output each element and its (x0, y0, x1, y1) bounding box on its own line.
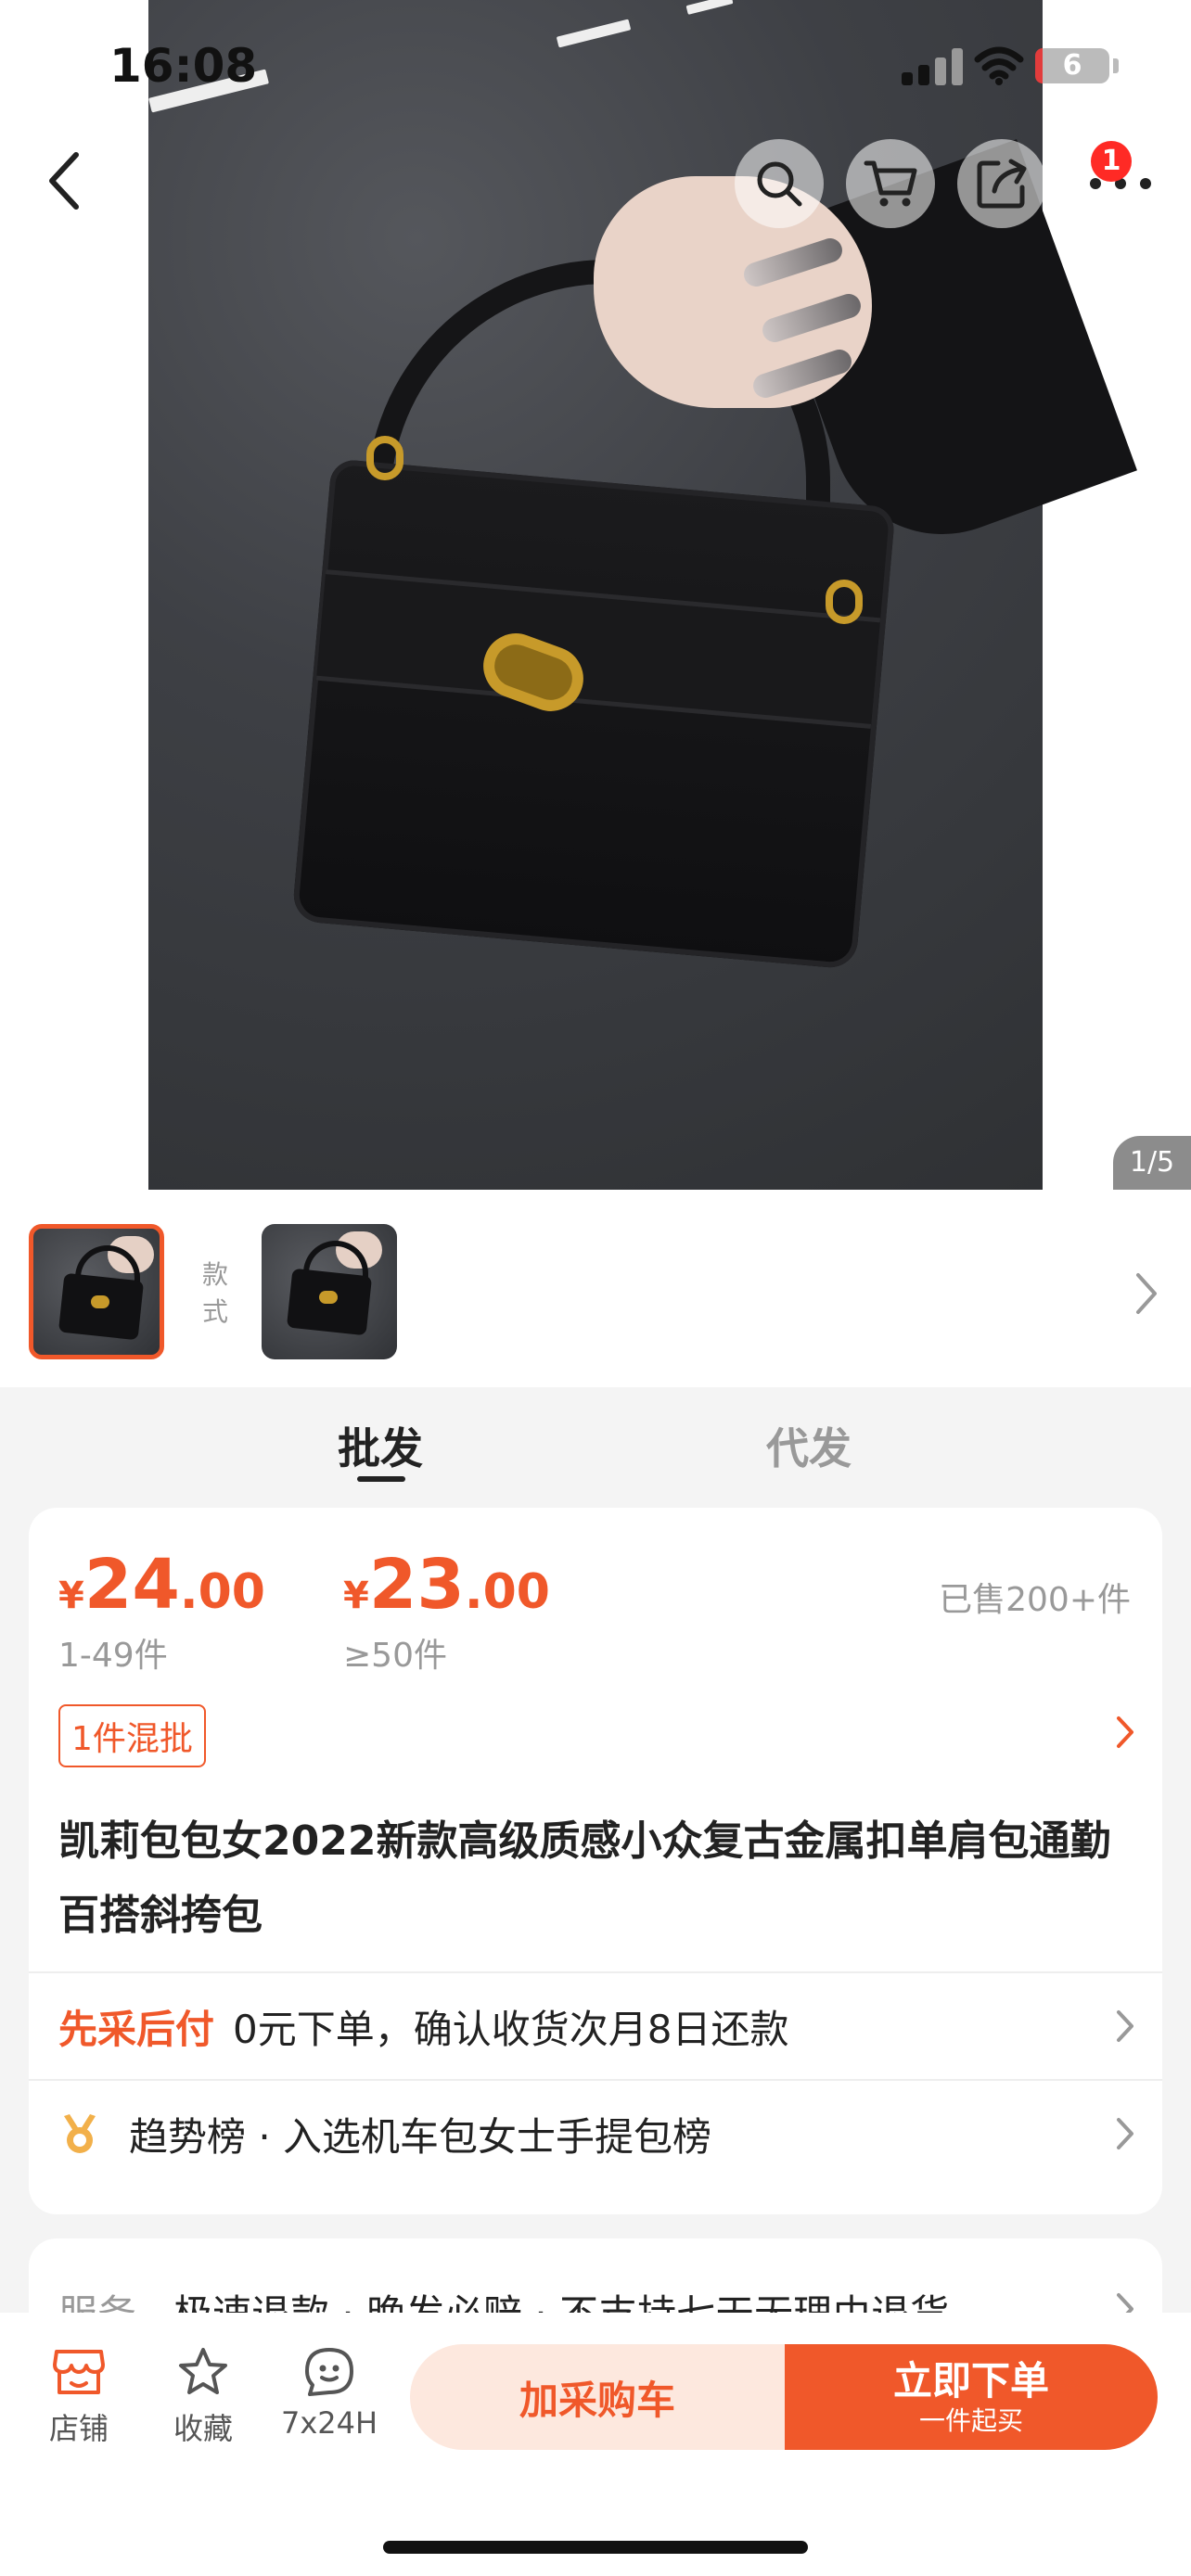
favorite-button[interactable]: 收藏 (147, 2346, 259, 2448)
bag-ring (826, 580, 863, 624)
style-thumbnail[interactable] (262, 1224, 397, 1359)
product-title: 凯莉包包女2022新款高级质感小众复古金属扣单肩包通勤百搭斜挎包 (58, 1817, 1111, 1939)
buy-now-sublabel: 一件起买 (918, 2405, 1023, 2436)
tab-wholesale[interactable]: 批发 (338, 1415, 423, 1476)
pay-later-tag: 先采后付 (58, 2006, 215, 2052)
tab-underline (357, 1476, 405, 1482)
pay-later-text: 0元下单，确认收货次月8日还款 (233, 2006, 789, 2052)
ranking-row[interactable]: 趋势榜 · 入选机车包女士手提包榜 (58, 2081, 1136, 2187)
price-tier-quantity: 1-49件 (58, 1637, 168, 1675)
cart-icon (864, 160, 917, 207)
add-to-cart-button[interactable]: 加采购车 (410, 2344, 785, 2450)
price-tier-quantity: ≥50件 (343, 1637, 447, 1675)
currency-symbol: ¥ (343, 1575, 369, 1617)
bag-ring (366, 436, 403, 480)
tab-dropship[interactable]: 代发 (766, 1415, 852, 1476)
price-tier-1: ¥24.00 1-49件 (58, 1545, 265, 1677)
shop-icon (53, 2350, 105, 2394)
mixed-batch-arrow[interactable] (1114, 1714, 1136, 1754)
purchase-mode-tabs: 批发 代发 (0, 1387, 1191, 1508)
mixed-batch-tag[interactable]: 1件混批 (58, 1704, 206, 1767)
share-icon (977, 159, 1027, 209)
style-label: 款式 (201, 1259, 228, 1327)
price-tier-2: ¥23.00 ≥50件 (343, 1545, 550, 1677)
battery-cap (1113, 58, 1119, 73)
sold-count: 已售200+件 (939, 1581, 1131, 1619)
favorite-label: 收藏 (173, 2411, 233, 2446)
chevron-right-icon (1117, 2010, 1133, 2042)
shop-button[interactable]: 店铺 (23, 2346, 134, 2448)
search-button[interactable] (735, 139, 824, 228)
currency-symbol: ¥ (58, 1575, 84, 1617)
ranking-text: 趋势榜 · 入选机车包女士手提包榜 (129, 2113, 712, 2160)
buy-now-button[interactable]: 立即下单 一件起买 (785, 2344, 1158, 2450)
star-icon (179, 2348, 227, 2394)
chevron-left-icon (49, 152, 79, 210)
battery-icon: 6 (1035, 48, 1109, 83)
price-integer: 24 (83, 1545, 180, 1625)
price-decimal: .00 (464, 1564, 550, 1620)
image-page-indicator: 1/5 (1113, 1136, 1191, 1190)
cellular-signal-icon (902, 46, 967, 85)
pay-later-row[interactable]: 先采后付 0元下单，确认收货次月8日还款 (58, 1973, 1136, 2079)
chevron-right-icon (1136, 1273, 1157, 1314)
back-button[interactable] (26, 139, 100, 223)
price-decimal: .00 (179, 1564, 265, 1620)
customer-service-label: 7x24H (280, 2405, 378, 2441)
style-thumbnail-selected[interactable] (29, 1224, 164, 1359)
shop-label: 店铺 (48, 2411, 109, 2446)
price-integer: 23 (368, 1545, 465, 1625)
cart-button[interactable] (846, 139, 935, 228)
search-icon (757, 161, 802, 207)
share-button[interactable] (957, 139, 1046, 228)
home-indicator (383, 2541, 808, 2554)
status-time: 16:08 (109, 39, 258, 93)
chevron-right-icon (1117, 2118, 1133, 2149)
buy-now-label: 立即下单 (892, 2358, 1049, 2404)
chevron-right-icon (1117, 1716, 1133, 1748)
more-styles-button[interactable] (1133, 1270, 1159, 1320)
battery-level: 6 (1062, 49, 1082, 82)
road-marking (556, 19, 632, 48)
medal-icon (64, 2114, 96, 2153)
notification-badge: 1 (1091, 141, 1132, 182)
customer-service-button[interactable]: 7x24H (274, 2346, 385, 2441)
thumb-clasp (91, 1295, 109, 1308)
bottom-action-bar: 店铺 收藏 7x24H 加采购车 立即下单 一件起买 (0, 2313, 1191, 2576)
product-info-card: ¥24.00 1-49件 ¥23.00 ≥50件 已售200+件 1件混批 凯莉… (29, 1508, 1162, 2214)
thumb-clasp (319, 1291, 338, 1304)
road-marking (685, 0, 734, 15)
chat-icon (305, 2348, 353, 2396)
wifi-icon (974, 46, 1024, 85)
style-thumbnail-row (0, 1190, 1191, 1387)
